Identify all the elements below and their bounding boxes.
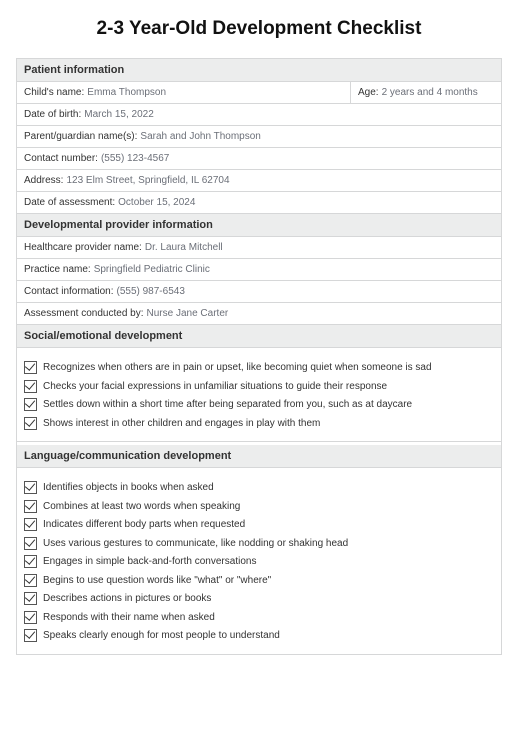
checklist-item-label: Shows interest in other children and eng…	[43, 417, 320, 431]
checklist-item-label: Settles down within a short time after b…	[43, 398, 412, 412]
checklist-item: Begins to use question words like "what"…	[24, 574, 494, 588]
checklist-item: Combines at least two words when speakin…	[24, 500, 494, 514]
row-child-name-age: Child's name: Emma Thompson Age: 2 years…	[16, 82, 502, 104]
checkbox[interactable]	[24, 361, 37, 374]
value-contact-number: (555) 123-4567	[101, 153, 169, 164]
row-conducted-by: Assessment conducted by: Nurse Jane Cart…	[16, 303, 502, 325]
row-address: Address: 123 Elm Street, Springfield, IL…	[16, 170, 502, 192]
checklist-language-communication: Identifies objects in books when asked Co…	[16, 468, 502, 655]
label-conducted-by: Assessment conducted by:	[24, 308, 144, 319]
checklist-item: Recognizes when others are in pain or up…	[24, 361, 494, 375]
row-assessment-date: Date of assessment: October 15, 2024	[16, 192, 502, 214]
checkbox[interactable]	[24, 555, 37, 568]
label-provider-name: Healthcare provider name:	[24, 242, 142, 253]
checkbox[interactable]	[24, 592, 37, 605]
value-practice-name: Springfield Pediatric Clinic	[94, 264, 210, 275]
value-dob: March 15, 2022	[84, 109, 154, 120]
checkbox[interactable]	[24, 574, 37, 587]
checklist-item-label: Engages in simple back-and-forth convers…	[43, 555, 256, 569]
checklist-item-label: Uses various gestures to communicate, li…	[43, 537, 348, 551]
checkbox[interactable]	[24, 629, 37, 642]
label-age: Age:	[358, 87, 379, 98]
checkbox[interactable]	[24, 417, 37, 430]
label-child-name: Child's name:	[24, 87, 84, 98]
value-guardian: Sarah and John Thompson	[140, 131, 260, 142]
checklist-item-label: Describes actions in pictures or books	[43, 592, 211, 606]
checklist-item: Checks your facial expressions in unfami…	[24, 380, 494, 394]
checklist-item-label: Responds with their name when asked	[43, 611, 215, 625]
checklist-item-label: Identifies objects in books when asked	[43, 481, 214, 495]
checklist-item: Shows interest in other children and eng…	[24, 417, 494, 431]
checklist-item-label: Indicates different body parts when requ…	[43, 518, 245, 532]
checklist-item-label: Combines at least two words when speakin…	[43, 500, 240, 514]
checklist-item: Engages in simple back-and-forth convers…	[24, 555, 494, 569]
checklist-item: Identifies objects in books when asked	[24, 481, 494, 495]
section-header-patient-info: Patient information	[16, 58, 502, 82]
section-header-social-emotional: Social/emotional development	[16, 325, 502, 348]
checkbox[interactable]	[24, 537, 37, 550]
checkbox[interactable]	[24, 518, 37, 531]
checklist-item-label: Speaks clearly enough for most people to…	[43, 629, 280, 643]
checklist-item: Describes actions in pictures or books	[24, 592, 494, 606]
checklist-item: Settles down within a short time after b…	[24, 398, 494, 412]
row-provider-name: Healthcare provider name: Dr. Laura Mitc…	[16, 237, 502, 259]
section-header-language-communication: Language/communication development	[16, 445, 502, 468]
value-provider-name: Dr. Laura Mitchell	[145, 242, 223, 253]
section-header-provider-info: Developmental provider information	[16, 214, 502, 237]
checklist-item-label: Begins to use question words like "what"…	[43, 574, 271, 588]
checkbox[interactable]	[24, 611, 37, 624]
checklist-item: Indicates different body parts when requ…	[24, 518, 494, 532]
row-contact-info: Contact information: (555) 987-6543	[16, 281, 502, 303]
row-guardian: Parent/guardian name(s): Sarah and John …	[16, 126, 502, 148]
row-contact-number: Contact number: (555) 123-4567	[16, 148, 502, 170]
checkbox[interactable]	[24, 500, 37, 513]
checkbox[interactable]	[24, 481, 37, 494]
value-address: 123 Elm Street, Springfield, IL 62704	[66, 175, 229, 186]
label-contact-info: Contact information:	[24, 286, 114, 297]
row-practice-name: Practice name: Springfield Pediatric Cli…	[16, 259, 502, 281]
label-guardian: Parent/guardian name(s):	[24, 131, 137, 142]
checklist-item: Responds with their name when asked	[24, 611, 494, 625]
value-assessment-date: October 15, 2024	[118, 197, 195, 208]
label-assessment-date: Date of assessment:	[24, 197, 115, 208]
checkbox[interactable]	[24, 380, 37, 393]
value-age: 2 years and 4 months	[382, 87, 478, 98]
page-title: 2-3 Year-Old Development Checklist	[16, 18, 502, 40]
label-dob: Date of birth:	[24, 109, 81, 120]
checklist-social-emotional: Recognizes when others are in pain or up…	[16, 348, 502, 442]
checklist-item: Speaks clearly enough for most people to…	[24, 629, 494, 643]
label-address: Address:	[24, 175, 63, 186]
checkbox[interactable]	[24, 398, 37, 411]
label-practice-name: Practice name:	[24, 264, 91, 275]
checklist-item-label: Recognizes when others are in pain or up…	[43, 361, 432, 375]
checklist-item: Uses various gestures to communicate, li…	[24, 537, 494, 551]
value-child-name: Emma Thompson	[87, 87, 166, 98]
label-contact-number: Contact number:	[24, 153, 98, 164]
value-contact-info: (555) 987-6543	[117, 286, 185, 297]
value-conducted-by: Nurse Jane Carter	[147, 308, 229, 319]
checklist-item-label: Checks your facial expressions in unfami…	[43, 380, 387, 394]
row-dob: Date of birth: March 15, 2022	[16, 104, 502, 126]
